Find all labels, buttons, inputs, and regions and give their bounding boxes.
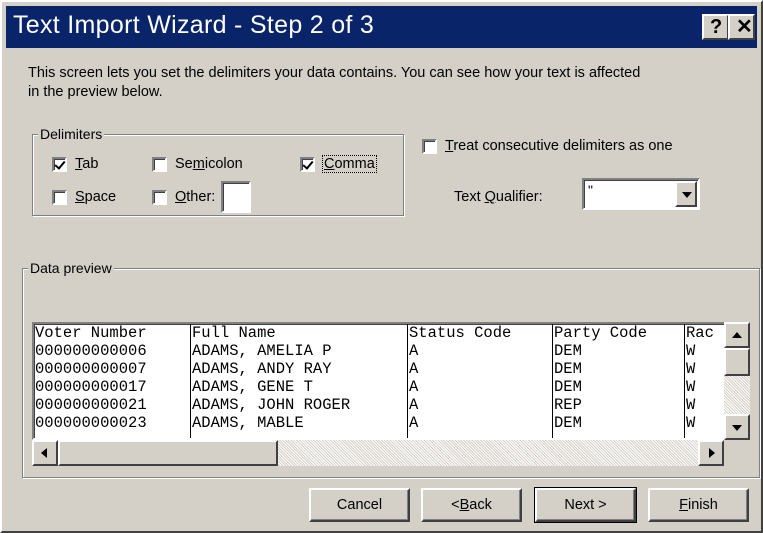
preview-cell: A [409, 414, 419, 432]
help-button[interactable]: ? [702, 14, 729, 40]
consecutive-check-box[interactable] [422, 138, 437, 154]
preview-cell: A [409, 378, 419, 396]
preview-cell: 000000000023 [35, 414, 147, 432]
preview-cell: ADAMS, MABLE [192, 414, 304, 432]
preview-column[interactable]: Rac W W W W W [684, 324, 714, 438]
space-label: Space [75, 189, 117, 205]
data-preview-grid[interactable]: Voter Number 000000000006 000000000007 0… [32, 322, 726, 440]
preview-cell: DEM [554, 378, 582, 396]
preview-column-header: Rac [686, 324, 714, 342]
arrow-up-icon [732, 332, 742, 338]
preview-cell: W [686, 378, 696, 396]
text-qualifier-select[interactable]: " [582, 178, 700, 210]
consecutive-delimiters-checkbox[interactable]: Treat consecutive delimiters as one [422, 138, 673, 154]
finish-button[interactable]: Finish [648, 488, 749, 522]
preview-cell: DEM [554, 360, 582, 378]
preview-column[interactable]: Status Code A A A A A [407, 324, 511, 438]
preview-cell: ADAMS, GENE T [192, 378, 313, 396]
preview-cell: 000000000017 [35, 378, 147, 396]
preview-column-header: Status Code [409, 324, 512, 342]
text-qualifier-label: Text Qualifier: [454, 189, 543, 205]
preview-cell: W [686, 396, 696, 414]
preview-cell: DEM [554, 414, 582, 432]
horizontal-scroll-thumb[interactable] [58, 440, 278, 466]
preview-column-header: Voter Number [35, 324, 147, 342]
vertical-scroll-thumb[interactable] [724, 348, 750, 376]
scroll-right-button[interactable] [698, 440, 724, 466]
chevron-down-icon [682, 192, 692, 198]
preview-cell: DEM [554, 342, 582, 360]
scroll-up-button[interactable] [724, 322, 750, 348]
tab-checkbox[interactable]: Tab [52, 156, 98, 172]
scroll-down-button[interactable] [724, 414, 750, 440]
data-preview-group-label: Data preview [28, 259, 114, 277]
delimiters-group-label: Delimiters [38, 125, 105, 143]
cancel-button[interactable]: Cancel [309, 488, 410, 522]
back-button[interactable]: < Back [421, 488, 522, 522]
title-bar: Text Import Wizard - Step 2 of 3 ? ✕ [6, 6, 757, 48]
arrow-right-icon [709, 448, 715, 458]
preview-cell: 000000000007 [35, 360, 147, 378]
comma-checkbox[interactable]: Comma [300, 155, 377, 173]
preview-cell: A [409, 342, 419, 360]
window-title: Text Import Wizard - Step 2 of 3 [13, 11, 375, 39]
preview-column-header: Full Name [192, 324, 276, 342]
arrow-left-icon [41, 448, 47, 458]
close-button[interactable]: ✕ [728, 14, 755, 40]
consecutive-label: Treat consecutive delimiters as one [445, 138, 673, 154]
preview-column[interactable]: Full Name ADAMS, AMELIA P ADAMS, ANDY RA… [190, 324, 350, 438]
preview-cell: A [409, 396, 419, 414]
comma-check-box[interactable] [300, 156, 315, 172]
preview-column-header: Party Code [554, 324, 648, 342]
space-check-box[interactable] [52, 189, 67, 205]
dropdown-button[interactable] [675, 181, 697, 207]
preview-cell: ADAMS, JOHN ROGER [192, 396, 351, 414]
tab-label: Tab [75, 156, 99, 172]
next-button[interactable]: Next > [534, 487, 637, 523]
semicolon-check-box[interactable] [152, 156, 167, 172]
other-delimiter-input[interactable] [221, 181, 252, 213]
other-label: Other: [175, 189, 216, 205]
vertical-scrollbar[interactable] [724, 322, 750, 440]
comma-label: Comma [322, 155, 377, 173]
preview-cell: ADAMS, ANDY RAY [192, 360, 332, 378]
scroll-left-button[interactable] [32, 440, 58, 466]
preview-cell: ADAMS, AMELIA P [192, 342, 332, 360]
preview-cell: A [409, 360, 419, 378]
text-qualifier-value: " [588, 182, 593, 198]
preview-cell: 000000000006 [35, 342, 147, 360]
other-checkbox[interactable]: Other: [152, 181, 252, 213]
preview-cell: W [686, 360, 696, 378]
preview-cell: REP [554, 396, 582, 414]
preview-cell: W [686, 414, 696, 432]
space-checkbox[interactable]: Space [52, 189, 116, 205]
tab-check-box[interactable] [52, 156, 67, 172]
other-check-box[interactable] [152, 189, 167, 205]
arrow-down-icon [732, 425, 742, 431]
semicolon-label: Semicolon [175, 156, 243, 172]
preview-cell: W [686, 342, 696, 360]
scrollbar-corner [724, 440, 750, 466]
preview-column[interactable]: Party Code DEM DEM DEM REP DEM [552, 324, 647, 438]
semicolon-checkbox[interactable]: Semicolon [152, 156, 243, 172]
preview-cell: 000000000021 [35, 396, 147, 414]
horizontal-scrollbar[interactable] [32, 440, 724, 466]
intro-text: This screen lets you set the delimiters … [28, 65, 641, 100]
text-import-wizard-dialog: Text Import Wizard - Step 2 of 3 ? ✕ Thi… [0, 0, 763, 533]
